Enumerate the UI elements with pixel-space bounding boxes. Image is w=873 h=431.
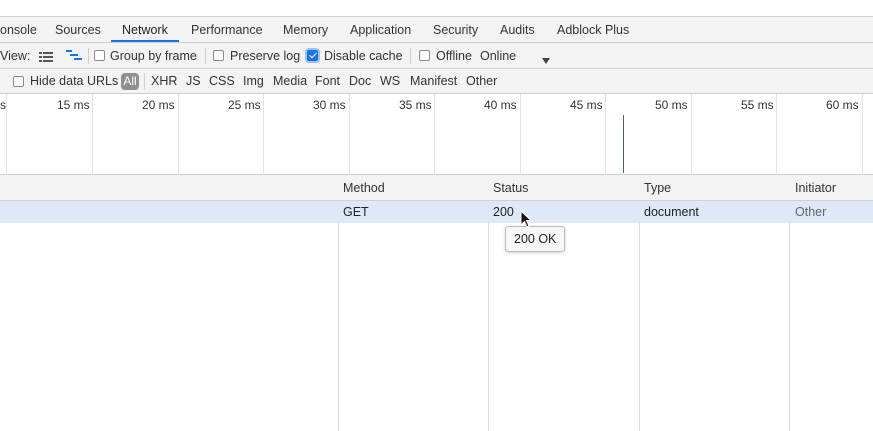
column-header-type[interactable]: Type — [644, 175, 671, 201]
filter-doc[interactable]: Doc — [349, 69, 371, 94]
hide-data-urls-checkbox[interactable] — [13, 76, 24, 87]
offline-label[interactable]: Offline — [436, 43, 472, 69]
timeline-gridline — [605, 94, 606, 175]
timeline-tick-label: 55 ms — [741, 98, 774, 112]
tab-performance[interactable]: Performance — [191, 17, 263, 43]
view-label: View: — [0, 49, 31, 63]
chevron-down-icon[interactable] — [542, 53, 550, 67]
tab-sources[interactable]: Sources — [55, 17, 101, 43]
timeline-gridline — [862, 94, 863, 175]
column-header-status[interactable]: Status — [493, 175, 528, 201]
filter-css[interactable]: CSS — [209, 69, 235, 94]
filter-ws[interactable]: WS — [380, 69, 400, 94]
disable-cache-checkbox[interactable] — [307, 50, 318, 61]
top-strip — [0, 0, 873, 16]
mouse-cursor-icon — [520, 209, 533, 231]
timeline-gridline — [520, 94, 521, 175]
filter-media[interactable]: Media — [273, 69, 307, 94]
waterfall-overview-icon[interactable] — [66, 50, 82, 65]
cell-initiator[interactable]: Other — [795, 201, 826, 223]
filter-font[interactable]: Font — [315, 69, 340, 94]
requests-table-header: Method Status Type Initiator — [0, 175, 873, 201]
disable-cache-label[interactable]: Disable cache — [324, 43, 403, 69]
separator — [205, 48, 206, 64]
filter-img[interactable]: Img — [243, 69, 264, 94]
hide-data-urls-label[interactable]: Hide data URLs — [30, 69, 118, 94]
large-rows-icon[interactable] — [39, 51, 53, 65]
timeline-tick-label: 40 ms — [484, 98, 517, 112]
tab-security[interactable]: Security — [433, 17, 478, 43]
cell-status: 200 — [493, 205, 514, 219]
preserve-log-checkbox[interactable] — [213, 50, 224, 61]
throttling-select[interactable]: Online — [480, 43, 516, 69]
timeline-tick-label: 25 ms — [228, 98, 261, 112]
preserve-log-label[interactable]: Preserve log — [230, 43, 300, 69]
timeline-tick-label: 50 ms — [655, 98, 688, 112]
status-tooltip: 200 OK — [505, 226, 566, 252]
timeline-gridline — [691, 94, 692, 175]
filter-js[interactable]: JS — [186, 69, 201, 94]
timeline-tick-label: 15 ms — [57, 98, 90, 112]
tab-memory[interactable]: Memory — [283, 17, 328, 43]
tab-console[interactable]: onsole — [0, 17, 37, 43]
timeline-tick-label: 35 ms — [399, 98, 432, 112]
timeline-tick-label: 45 ms — [570, 98, 603, 112]
cell-method: GET — [343, 205, 369, 219]
timeline-gridline — [178, 94, 179, 175]
filter-xhr[interactable]: XHR — [151, 69, 177, 94]
offline-checkbox[interactable] — [419, 50, 430, 61]
timeline-event-marker — [623, 115, 624, 173]
timeline-overview[interactable]: s 15 ms 20 ms 25 ms 30 ms 35 ms 40 ms 45… — [0, 94, 873, 175]
table-row[interactable]: GET 200 document Other — [0, 201, 873, 223]
timeline-gridline — [6, 94, 7, 175]
group-by-frame-label[interactable]: Group by frame — [110, 43, 197, 69]
timeline-tick-label: 30 ms — [313, 98, 346, 112]
cell-type: document — [644, 205, 699, 219]
filter-all[interactable]: All — [121, 73, 139, 90]
timeline-tick-label: s — [0, 98, 6, 112]
filter-bar: Hide data URLs All XHR JS CSS Img Media … — [0, 69, 873, 94]
active-tab-indicator — [111, 40, 179, 42]
tab-application[interactable]: Application — [350, 17, 411, 43]
timeline-tick-label: 20 ms — [142, 98, 175, 112]
timeline-tick-label: 60 ms — [826, 98, 859, 112]
tab-adblock-plus[interactable]: Adblock Plus — [557, 17, 629, 43]
timeline-gridline — [776, 94, 777, 175]
timeline-gridline — [263, 94, 264, 175]
separator — [410, 48, 411, 64]
column-header-initiator[interactable]: Initiator — [795, 175, 836, 201]
filter-manifest[interactable]: Manifest — [410, 69, 457, 94]
tab-audits[interactable]: Audits — [500, 17, 535, 43]
timeline-gridline — [92, 94, 93, 175]
separator — [144, 73, 145, 89]
network-toolbar: View: Group by frame Preserve log Disabl… — [0, 43, 873, 69]
filter-other[interactable]: Other — [466, 69, 497, 94]
timeline-gridline — [349, 94, 350, 175]
group-by-frame-checkbox[interactable] — [94, 50, 105, 61]
separator — [88, 48, 89, 64]
devtools-tab-bar: onsole Sources Network Performance Memor… — [0, 16, 873, 43]
column-header-method[interactable]: Method — [343, 175, 385, 201]
timeline-gridline — [434, 94, 435, 175]
